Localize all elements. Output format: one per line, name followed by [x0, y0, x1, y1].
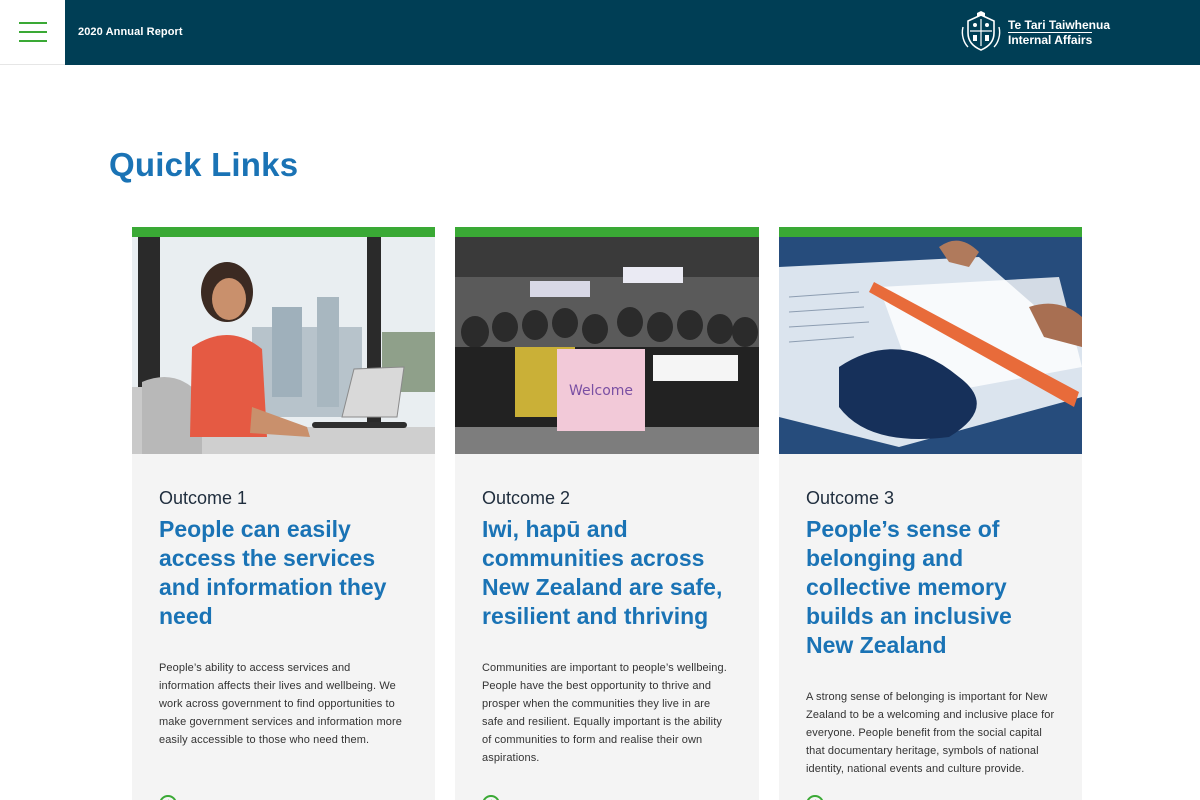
- outcome-title[interactable]: Iwi, hapū and communities across New Zea…: [482, 515, 732, 631]
- menu-button[interactable]: [0, 0, 65, 65]
- outcome-label: Outcome 2: [482, 488, 571, 508]
- card-image-touch-table: [779, 237, 1082, 454]
- outcome-title[interactable]: People’s sense of belonging and collecti…: [806, 515, 1055, 660]
- outcome-description: A strong sense of belonging is important…: [806, 691, 1055, 775]
- brand-line-2: Internal Affairs: [1008, 31, 1093, 47]
- brand-text: Te Tari Taiwhenua Internal Affairs: [1008, 18, 1110, 47]
- outcome-description: People’s ability to access services and …: [159, 662, 402, 746]
- quick-links-cards: Outcome 1 People can easily access the s…: [132, 227, 1082, 800]
- outcome-label: Outcome 1: [159, 488, 248, 508]
- read-more-arrow-icon[interactable]: [159, 795, 177, 800]
- card-accent-bar: [132, 227, 435, 237]
- header-bar: 2020 Annual Report Te Tari Taiwhenua Int…: [65, 0, 1200, 65]
- outcome-card-2[interactable]: Welcome Outcome 2 Iwi, hapū and communit…: [455, 227, 759, 800]
- read-more-arrow-icon[interactable]: [806, 795, 824, 800]
- outcome-title[interactable]: People can easily access the services an…: [159, 515, 408, 631]
- crest-icon: [961, 11, 1001, 51]
- report-title-link[interactable]: 2020 Annual Report: [78, 26, 183, 38]
- card-accent-bar: [455, 227, 759, 237]
- section-title: Quick Links: [109, 146, 299, 183]
- brand-logo[interactable]: Te Tari Taiwhenua Internal Affairs: [960, 11, 1110, 53]
- outcome-card-3[interactable]: Outcome 3 People’s sense of belonging an…: [779, 227, 1082, 800]
- site-header: 2020 Annual Report Te Tari Taiwhenua Int…: [0, 0, 1200, 65]
- brand-line-1: Te Tari Taiwhenua: [1008, 17, 1111, 32]
- card-accent-bar: [779, 227, 1082, 237]
- svg-text:Welcome: Welcome: [569, 383, 633, 399]
- hamburger-icon: [18, 22, 47, 42]
- outcome-label: Outcome 3: [806, 488, 895, 508]
- card-image-community-group: Welcome: [455, 237, 759, 454]
- outcome-card-1[interactable]: Outcome 1 People can easily access the s…: [132, 227, 435, 800]
- read-more-arrow-icon[interactable]: [482, 795, 500, 800]
- card-image-woman-laptop: [132, 237, 435, 454]
- outcome-description: Communities are important to people’s we…: [482, 662, 727, 764]
